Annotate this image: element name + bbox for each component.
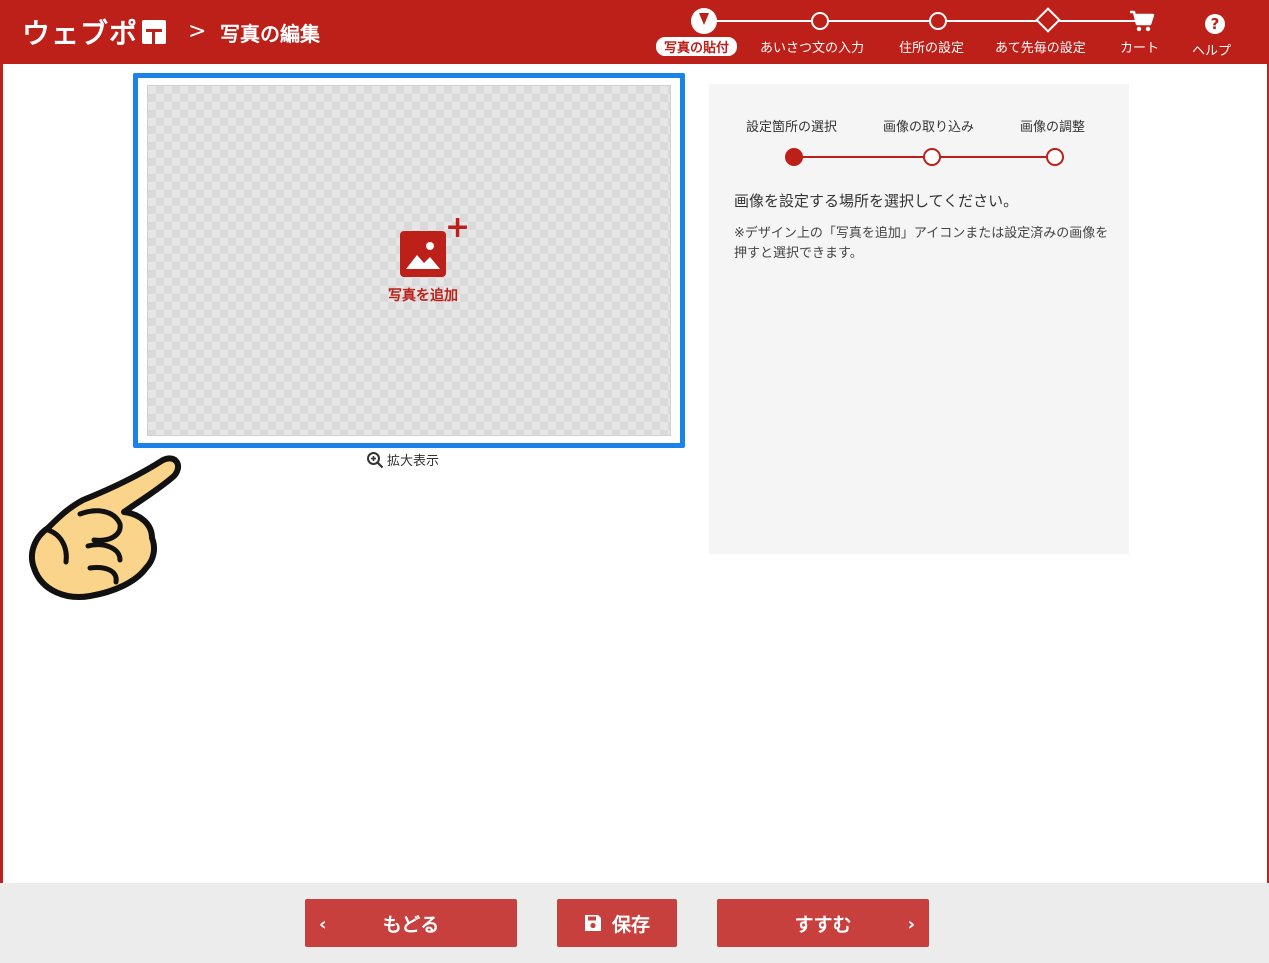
step-recipient-node [1035,7,1061,33]
add-photo-label: 写真を追加 [388,288,458,304]
footer-bar: ‹ もどる 保存 すすむ › [0,883,1269,963]
image-icon [400,231,446,277]
plus-icon: + [445,210,471,245]
step-photo[interactable]: 写真の貼付 [656,37,738,56]
back-button-label: もどる [382,913,440,936]
substep-node-select [785,148,803,166]
header-bar: ウェブポ > 写真の編集 写真の貼付 あいさつ文の入力 住所の設定 あて先毎の設… [0,0,1269,64]
substep-adjust-image: 画像の調整 [1020,120,1086,135]
design-canvas[interactable]: + 写真を追加 [133,73,685,448]
step-greeting[interactable]: あいさつ文の入力 [760,37,864,56]
pointing-hand-icon [28,455,181,600]
app-logo[interactable]: ウェブポ [22,12,167,52]
step-address-node [929,12,947,30]
instruction-note: ※デザイン上の「写真を追加」アイコンまたは設定済みの画像を押すと選択できます。 [734,226,1109,261]
chevron-left-icon: ‹ [319,914,327,935]
cart-icon[interactable] [1129,10,1155,32]
substep-node-import [923,148,941,166]
zoom-label: 拡大表示 [387,454,440,469]
substep-import-image: 画像の取り込み [883,120,975,135]
breadcrumb-separator: > [188,19,207,44]
zoom-button[interactable]: 拡大表示 [366,450,439,469]
substep-select-location: 設定箇所の選択 [746,120,838,135]
page-title: 写真の編集 [220,22,320,46]
zoom-in-icon [367,451,384,468]
next-button[interactable]: すすむ › [717,899,929,947]
instruction-panel: 設定箇所の選択 画像の取り込み 画像の調整 画像を設定する場所を選択してください… [709,84,1129,554]
add-photo-button[interactable]: + 写真を追加 [373,213,473,311]
postbox-icon [142,20,167,44]
floppy-disk-icon [584,915,601,931]
step-cart[interactable]: カート [1120,37,1159,56]
photo-area[interactable]: + 写真を追加 [147,85,671,436]
chevron-right-icon: › [907,914,915,935]
instruction-text: 画像を設定する場所を選択してください。 [734,192,1019,210]
step-address[interactable]: 住所の設定 [899,37,964,56]
substep-node-adjust [1046,148,1064,166]
save-button-label: 保存 [611,913,650,936]
next-button-label: すすむ [794,913,852,936]
frame-border-left [0,0,3,963]
stepper-line [704,20,1144,22]
step-greeting-node [811,12,829,30]
step-recipient[interactable]: あて先毎の設定 [995,37,1086,56]
app-logo-text: ウェブポ [22,17,139,50]
step-photo-node [691,8,717,34]
save-button[interactable]: 保存 [557,899,677,947]
help-label[interactable]: ヘルプ [1192,40,1231,59]
help-icon[interactable]: ? [1205,14,1225,34]
back-button[interactable]: ‹ もどる [305,899,517,947]
